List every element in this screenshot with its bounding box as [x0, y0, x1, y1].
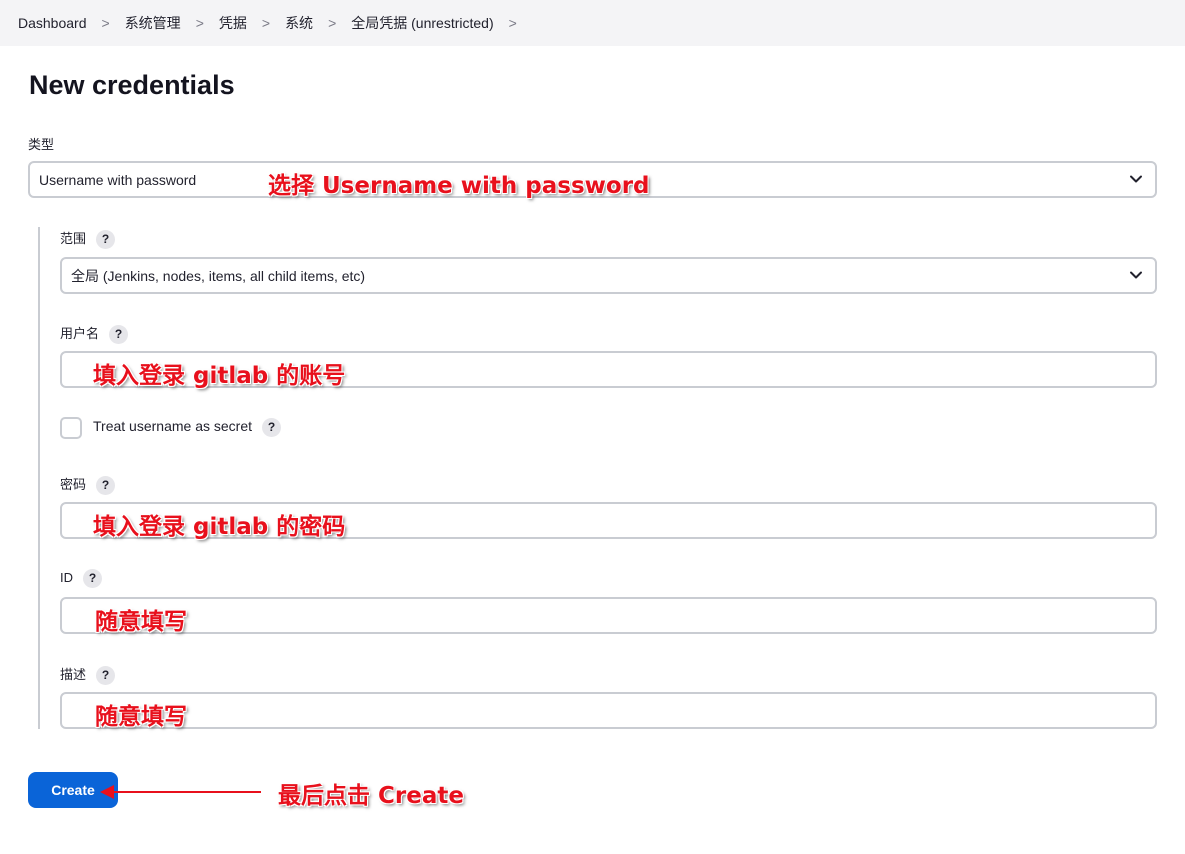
- chevron-down-icon: [1130, 271, 1142, 279]
- annotation-password: 填入登录 gitlab 的密码: [93, 514, 346, 540]
- treat-username-secret-row: Treat username as secret?: [93, 418, 281, 437]
- annotation-username: 填入登录 gitlab 的账号: [93, 363, 346, 389]
- kind-label: 类型: [28, 137, 55, 152]
- help-icon[interactable]: ?: [83, 569, 102, 588]
- chevron-down-icon: [1130, 175, 1142, 183]
- password-label: 密码: [60, 477, 87, 492]
- chevron-right-icon[interactable]: >: [328, 15, 336, 31]
- scope-label-row: 范围?: [60, 228, 116, 250]
- nested-section-bar: [38, 227, 40, 729]
- annotation-kind: 选择 Username with password: [268, 173, 650, 199]
- arrow-left-icon: [100, 785, 261, 799]
- scope-label: 范围: [60, 231, 87, 246]
- description-label: 描述: [60, 667, 87, 682]
- breadcrumb: Dashboard > 系统管理 > 凭据 > 系统 > 全局凭据 (unres…: [0, 0, 1185, 46]
- treat-username-secret-label[interactable]: Treat username as secret: [93, 418, 252, 434]
- help-icon[interactable]: ?: [109, 325, 129, 345]
- password-label-row: 密码?: [60, 474, 116, 496]
- help-icon[interactable]: ?: [262, 418, 281, 437]
- scope-select-value: 全局 (Jenkins, nodes, items, all child ite…: [71, 267, 366, 284]
- username-label: 用户名: [60, 326, 100, 341]
- help-icon[interactable]: ?: [96, 666, 116, 686]
- treat-username-secret-checkbox[interactable]: [60, 417, 82, 439]
- description-label-row: 描述?: [60, 664, 116, 686]
- help-icon[interactable]: ?: [96, 476, 116, 496]
- breadcrumb-global-domain[interactable]: 全局凭据 (unrestricted): [351, 13, 493, 33]
- annotation-create: 最后点击 Create: [278, 783, 464, 809]
- chevron-right-icon[interactable]: >: [196, 15, 204, 31]
- id-label-row: ID?: [60, 569, 102, 588]
- annotation-description: 随意填写: [95, 704, 187, 730]
- id-label: ID: [60, 569, 73, 585]
- chevron-right-icon[interactable]: >: [509, 15, 517, 31]
- scope-select[interactable]: 全局 (Jenkins, nodes, items, all child ite…: [60, 257, 1157, 294]
- id-input[interactable]: [60, 597, 1157, 634]
- chevron-right-icon[interactable]: >: [262, 15, 270, 31]
- annotation-id: 随意填写: [95, 609, 187, 635]
- breadcrumb-dashboard[interactable]: Dashboard: [18, 15, 87, 31]
- help-icon[interactable]: ?: [96, 230, 116, 250]
- description-input[interactable]: [60, 692, 1157, 729]
- page-title: New credentials: [29, 70, 235, 100]
- breadcrumb-system[interactable]: 系统: [285, 13, 313, 33]
- breadcrumb-manage[interactable]: 系统管理: [125, 13, 181, 33]
- username-label-row: 用户名?: [60, 323, 129, 345]
- chevron-right-icon[interactable]: >: [102, 15, 110, 31]
- breadcrumb-credentials[interactable]: 凭据: [219, 13, 247, 33]
- kind-select-value: Username with password: [39, 171, 197, 188]
